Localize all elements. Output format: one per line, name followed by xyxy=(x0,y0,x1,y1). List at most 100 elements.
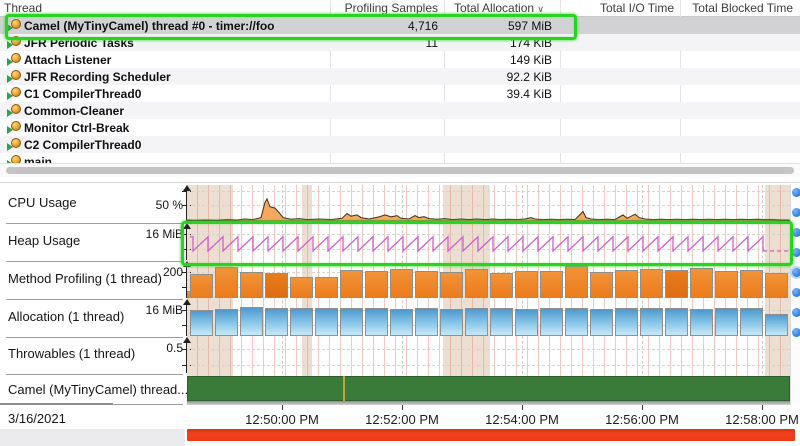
axis-arrow-icon xyxy=(183,337,191,343)
horizontal-scrollbar[interactable] xyxy=(0,163,800,177)
allocation-bar xyxy=(640,308,663,336)
row-scale-heap: 16 MiB xyxy=(120,227,183,241)
column-header-total-blocked-time[interactable]: Total Blocked Time xyxy=(686,1,793,15)
allocation-bar xyxy=(690,309,713,336)
thread-name: Common-Cleaner xyxy=(24,104,124,118)
thread-row[interactable]: Attach Listener149 KiB xyxy=(0,51,800,68)
row-toggle-icon[interactable] xyxy=(792,328,800,337)
row-label-heap-usage: Heap Usage xyxy=(8,233,80,248)
time-label: 12:54:00 PM xyxy=(485,412,559,427)
thread-row[interactable]: JFR Periodic Tasks11174 KiB xyxy=(0,34,800,51)
thread-row[interactable]: C1 CompilerThread0 39.4 KiB xyxy=(0,85,800,102)
horizontal-scrollbar-thumb[interactable] xyxy=(6,167,794,174)
row-toggle-icon-active[interactable] xyxy=(792,268,800,277)
thread-row[interactable]: Monitor Ctrl-Break xyxy=(0,119,800,136)
time-tick xyxy=(282,405,283,410)
time-tick xyxy=(522,405,523,410)
method-profiling-bar xyxy=(190,274,213,298)
row-toggle-icon[interactable] xyxy=(792,208,800,217)
thread-icon xyxy=(7,155,21,163)
row-separator xyxy=(6,337,183,338)
axis-arrow-icon xyxy=(183,299,191,305)
thread-name: Attach Listener xyxy=(24,53,111,67)
row-separator xyxy=(6,374,183,375)
column-header-total-io-time[interactable]: Total I/O Time xyxy=(566,1,674,15)
thread-row[interactable]: Camel (MyTinyCamel) thread #0 - timer://… xyxy=(0,17,800,34)
row-label-method-profiling: Method Profiling (1 thread) xyxy=(8,271,162,286)
allocation-bar xyxy=(390,309,413,336)
date-label: 3/16/2021 xyxy=(8,411,66,426)
allocation-chart[interactable] xyxy=(187,299,790,337)
allocation-bar xyxy=(740,308,763,336)
allocation-bar xyxy=(240,307,263,336)
vertical-axis xyxy=(186,340,187,373)
profiling-samples-value: 11 xyxy=(332,36,438,50)
total-allocation-value: 92.2 KiB xyxy=(446,70,552,84)
row-toggle-icon[interactable] xyxy=(792,188,800,197)
method-profiling-bar xyxy=(590,272,613,298)
thread-name: Camel (MyTinyCamel) thread #0 - timer://… xyxy=(24,19,275,33)
method-profiling-bar xyxy=(740,270,763,298)
method-profiling-bar xyxy=(540,271,563,298)
allocation-bar xyxy=(615,308,638,336)
date-separator xyxy=(0,403,113,405)
thread-name: main xyxy=(24,155,52,163)
thread-row[interactable]: main xyxy=(0,153,800,163)
thread-row[interactable]: JFR Recording Scheduler 92.2 KiB xyxy=(0,68,800,85)
row-toggle-icon[interactable] xyxy=(792,228,800,237)
allocation-bar xyxy=(315,308,338,336)
column-header-total-allocation[interactable]: Total Allocation ∨ xyxy=(446,1,544,15)
thread-running-triangle-icon xyxy=(7,126,13,134)
method-profiling-bar xyxy=(240,272,263,298)
total-allocation-value: 174 KiB xyxy=(446,36,552,50)
thread-name: Monitor Ctrl-Break xyxy=(24,121,129,135)
cpu-usage-chart[interactable] xyxy=(187,185,790,223)
allocation-bar xyxy=(215,309,238,336)
allocation-bar xyxy=(665,308,688,336)
method-profiling-bar xyxy=(265,273,288,298)
throwables-chart[interactable] xyxy=(187,337,790,374)
thread-name: C1 CompilerThread0 xyxy=(24,87,141,101)
row-toggle-icon[interactable] xyxy=(792,288,800,297)
method-profiling-bar xyxy=(390,269,413,298)
method-profiling-bar xyxy=(515,271,538,298)
total-allocation-value: 597 MiB xyxy=(446,19,552,33)
thread-running-triangle-icon xyxy=(7,75,13,83)
method-profiling-bar xyxy=(690,268,713,298)
time-label: 12:58:00 PM xyxy=(725,412,799,427)
time-label: 12:52:00 PM xyxy=(365,412,439,427)
row-settings-strip xyxy=(790,184,800,405)
allocation-bar xyxy=(540,308,563,336)
row-scale-cpu: 50 % xyxy=(120,198,183,212)
row-scale-method: 200 xyxy=(140,265,183,279)
row-label-cpu-usage: CPU Usage xyxy=(8,195,77,210)
thread-name: C2 CompilerThread0 xyxy=(24,138,141,152)
method-profiling-chart[interactable] xyxy=(187,261,790,299)
allocation-bar xyxy=(515,309,538,336)
timeline-range-scrollbar[interactable] xyxy=(187,429,795,441)
column-header-profiling-samples[interactable]: Profiling Samples xyxy=(332,1,438,15)
method-profiling-bar xyxy=(640,269,663,298)
method-profiling-bar xyxy=(290,277,313,298)
method-profiling-bar xyxy=(340,270,363,298)
total-allocation-value: 39.4 KiB xyxy=(446,87,552,101)
thread-icon xyxy=(7,53,21,66)
row-separator xyxy=(6,299,183,300)
method-profiling-bar xyxy=(715,271,738,298)
row-separator xyxy=(6,223,183,224)
thread-row[interactable]: Common-Cleaner xyxy=(0,102,800,119)
heap-usage-chart[interactable] xyxy=(187,223,790,261)
thread-name: JFR Recording Scheduler xyxy=(24,70,171,84)
row-toggle-icon[interactable] xyxy=(792,248,800,257)
method-profiling-bar xyxy=(765,273,788,298)
profiler-window: Thread Profiling Samples Total Allocatio… xyxy=(0,0,800,446)
thread-running-triangle-icon xyxy=(7,143,13,151)
row-label-camel-thread: Camel (MyTinyCamel) thread... xyxy=(8,382,188,397)
column-header-thread[interactable]: Thread xyxy=(4,1,42,15)
thread-state-timeline[interactable]: 12:50:00 PM 12:52:00 PM 12:54:00 PM 12:5… xyxy=(187,374,790,434)
allocation-bar xyxy=(715,308,738,336)
thread-icon xyxy=(7,138,21,151)
thread-row[interactable]: C2 CompilerThread0 xyxy=(0,136,800,153)
method-profiling-bar xyxy=(665,270,688,298)
row-toggle-icon[interactable] xyxy=(792,308,800,317)
